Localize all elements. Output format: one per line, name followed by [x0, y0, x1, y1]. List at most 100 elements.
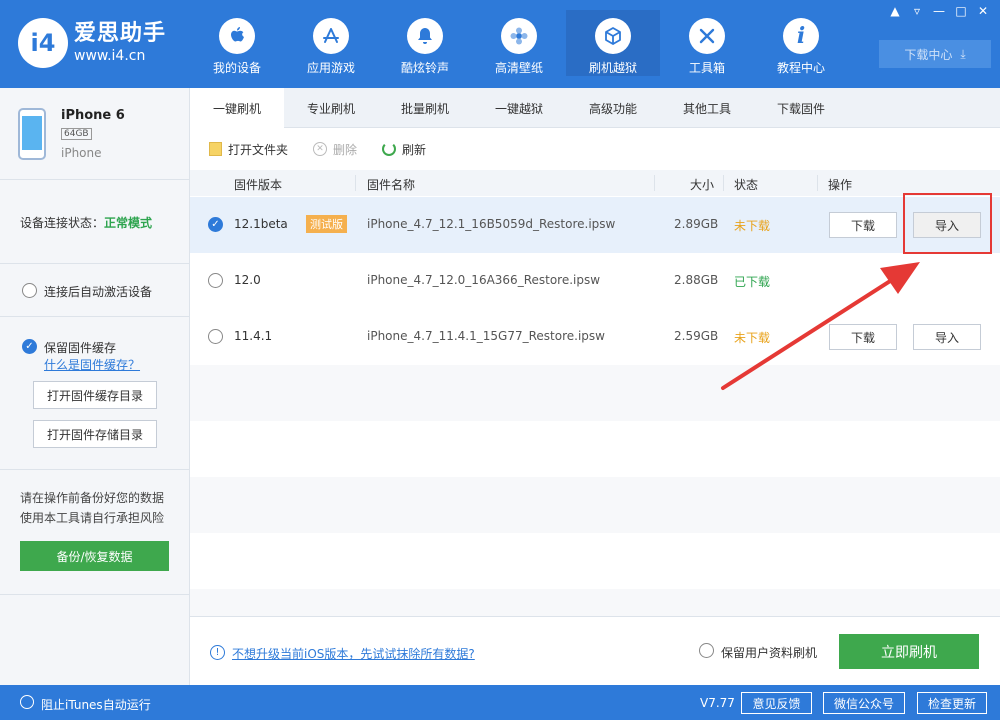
tab-pro-flash[interactable]: 专业刷机	[284, 88, 378, 128]
nav-my-device[interactable]: 我的设备	[190, 10, 284, 76]
info-icon: i	[783, 18, 819, 54]
refresh-button[interactable]: 刷新	[382, 141, 426, 158]
keep-user-data-radio[interactable]	[699, 643, 714, 658]
row-firmware-name: iPhone_4.7_12.0_16A366_Restore.ipsw	[367, 273, 601, 287]
empty-row	[190, 365, 1000, 421]
nav-wallpapers[interactable]: 高清壁纸	[472, 10, 566, 76]
row-size: 2.59GB	[674, 329, 719, 343]
block-itunes-label: 阻止iTunes自动运行	[41, 698, 151, 712]
delete-icon: ✕	[313, 142, 328, 156]
tab-other-tools[interactable]: 其他工具	[660, 88, 754, 128]
box-icon	[595, 18, 631, 54]
folder-icon	[209, 142, 222, 156]
main-nav: 我的设备 应用游戏 酷炫铃声 高清壁纸 刷机越狱 工具箱 i 教程中心	[190, 10, 848, 76]
sidebar: iPhone 6 64GB iPhone 设备连接状态：正常模式 连接后自动激活…	[0, 88, 190, 685]
sub-tabs: 一键刷机 专业刷机 批量刷机 一键越狱 高级功能 其他工具 下载固件	[190, 88, 1000, 129]
backup-restore-button[interactable]: 备份/恢复数据	[20, 541, 169, 571]
check-update-button[interactable]: 检查更新	[917, 692, 987, 714]
refresh-icon	[382, 142, 397, 156]
nav-ringtones[interactable]: 酷炫铃声	[378, 10, 472, 76]
nav-label: 酷炫铃声	[400, 61, 449, 75]
flower-icon	[501, 18, 537, 54]
connection-status: 设备连接状态：正常模式	[0, 180, 189, 264]
open-folder-label: 打开文件夹	[228, 142, 289, 157]
empty-row	[190, 533, 1000, 589]
header-size: 大小	[690, 178, 715, 192]
nav-label: 高清壁纸	[494, 61, 543, 75]
menu-icon[interactable]: ▿	[906, 3, 928, 19]
device-capacity: 64GB	[61, 128, 92, 140]
row-radio[interactable]	[208, 329, 223, 344]
phone-icon	[18, 108, 46, 160]
open-store-dir-button[interactable]: 打开固件存储目录	[33, 420, 157, 448]
row-version: 12.0	[234, 273, 261, 287]
maximize-icon[interactable]: □	[950, 3, 972, 19]
status-value: 正常模式	[104, 216, 153, 230]
tab-download-firmware[interactable]: 下载固件	[754, 88, 848, 128]
skin-icon[interactable]: ▲	[884, 3, 906, 19]
flash-footer: ! 不想升级当前iOS版本，先试试抹除所有数据? 保留用户资料刷机 立即刷机	[190, 616, 1000, 685]
nav-tutorials[interactable]: i 教程中心	[754, 10, 848, 76]
row-status: 未下载	[734, 219, 771, 233]
header-version: 固件版本	[234, 178, 283, 192]
download-center-button[interactable]: 下载中心 ⤓	[879, 40, 991, 68]
auto-activate-label: 连接后自动激活设备	[44, 285, 153, 299]
device-name: iPhone 6	[61, 108, 125, 123]
close-icon[interactable]: ✕	[972, 3, 994, 19]
download-button[interactable]: 下载	[829, 324, 897, 350]
nav-toolbox[interactable]: 工具箱	[660, 10, 754, 76]
keep-cache-checkbox[interactable]: ✓	[22, 339, 37, 354]
header-name: 固件名称	[367, 178, 416, 192]
tab-one-click-flash[interactable]: 一键刷机	[190, 88, 284, 129]
empty-row	[190, 421, 1000, 477]
feedback-button[interactable]: 意见反馈	[741, 692, 812, 714]
import-button[interactable]: 导入	[913, 324, 981, 350]
table-row[interactable]: ✓ 12.1beta 测试版 iPhone_4.7_12.1_16B5059d_…	[190, 197, 1000, 253]
what-is-cache-link[interactable]: 什么是固件缓存？	[44, 356, 140, 373]
tab-one-click-jailbreak[interactable]: 一键越狱	[472, 88, 566, 128]
nav-label: 教程中心	[776, 61, 825, 75]
logo-url: www.i4.cn	[74, 48, 146, 64]
warning-line: 请在操作前备份好您的数据	[20, 491, 165, 505]
row-firmware-name: iPhone_4.7_12.1_16B5059d_Restore.ipsw	[367, 217, 616, 231]
auto-activate-option: 连接后自动激活设备	[0, 264, 189, 317]
open-folder-button[interactable]: 打开文件夹	[209, 141, 288, 158]
row-status: 未下载	[734, 331, 771, 345]
table-row[interactable]: 12.0 iPhone_4.7_12.0_16A366_Restore.ipsw…	[190, 253, 1000, 309]
minimize-icon[interactable]: —	[928, 3, 950, 19]
app-store-icon	[313, 18, 349, 54]
empty-row	[190, 589, 1000, 616]
block-itunes-radio[interactable]	[20, 695, 34, 709]
header-action: 操作	[828, 178, 853, 192]
row-version: 11.4.1	[234, 329, 273, 343]
warning-line: 使用本工具请自行承担风险	[20, 511, 165, 525]
row-size: 2.88GB	[674, 273, 719, 287]
firmware-cache-section: ✓ 保留固件缓存 什么是固件缓存？ 打开固件缓存目录 打开固件存储目录	[0, 317, 189, 470]
download-button[interactable]: 下载	[829, 212, 897, 238]
nav-label: 应用游戏	[306, 61, 355, 75]
erase-data-link[interactable]: 不想升级当前iOS版本，先试试抹除所有数据?	[232, 645, 475, 662]
table-header: 固件版本 固件名称 大小 状态 操作	[190, 170, 1000, 196]
row-selected-icon[interactable]: ✓	[208, 217, 223, 232]
header-status: 状态	[734, 178, 759, 192]
bell-icon	[407, 18, 443, 54]
row-size: 2.89GB	[674, 217, 719, 231]
app-header: i4 爱思助手 www.i4.cn 我的设备 应用游戏 酷炫铃声 高清壁纸 刷机…	[0, 0, 1000, 88]
tab-advanced[interactable]: 高级功能	[566, 88, 660, 128]
table-row[interactable]: 11.4.1 iPhone_4.7_11.4.1_15G77_Restore.i…	[190, 309, 1000, 365]
tools-icon	[689, 18, 725, 54]
download-icon: ⤓	[960, 46, 966, 61]
row-radio[interactable]	[208, 273, 223, 288]
nav-flash-jailbreak[interactable]: 刷机越狱	[566, 10, 660, 76]
status-bar: 阻止iTunes自动运行 V7.77 意见反馈 微信公众号 检查更新	[0, 685, 1000, 720]
nav-apps-games[interactable]: 应用游戏	[284, 10, 378, 76]
auto-activate-radio[interactable]	[22, 283, 37, 298]
open-cache-dir-button[interactable]: 打开固件缓存目录	[33, 381, 157, 409]
wechat-button[interactable]: 微信公众号	[823, 692, 905, 714]
row-firmware-name: iPhone_4.7_11.4.1_15G77_Restore.ipsw	[367, 329, 605, 343]
flash-now-button[interactable]: 立即刷机	[839, 634, 979, 669]
risk-warning: 请在操作前备份好您的数据 使用本工具请自行承担风险 备份/恢复数据	[0, 470, 189, 595]
highlight-box	[903, 193, 992, 254]
tab-batch-flash[interactable]: 批量刷机	[378, 88, 472, 128]
delete-button[interactable]: ✕ 删除	[313, 141, 357, 158]
